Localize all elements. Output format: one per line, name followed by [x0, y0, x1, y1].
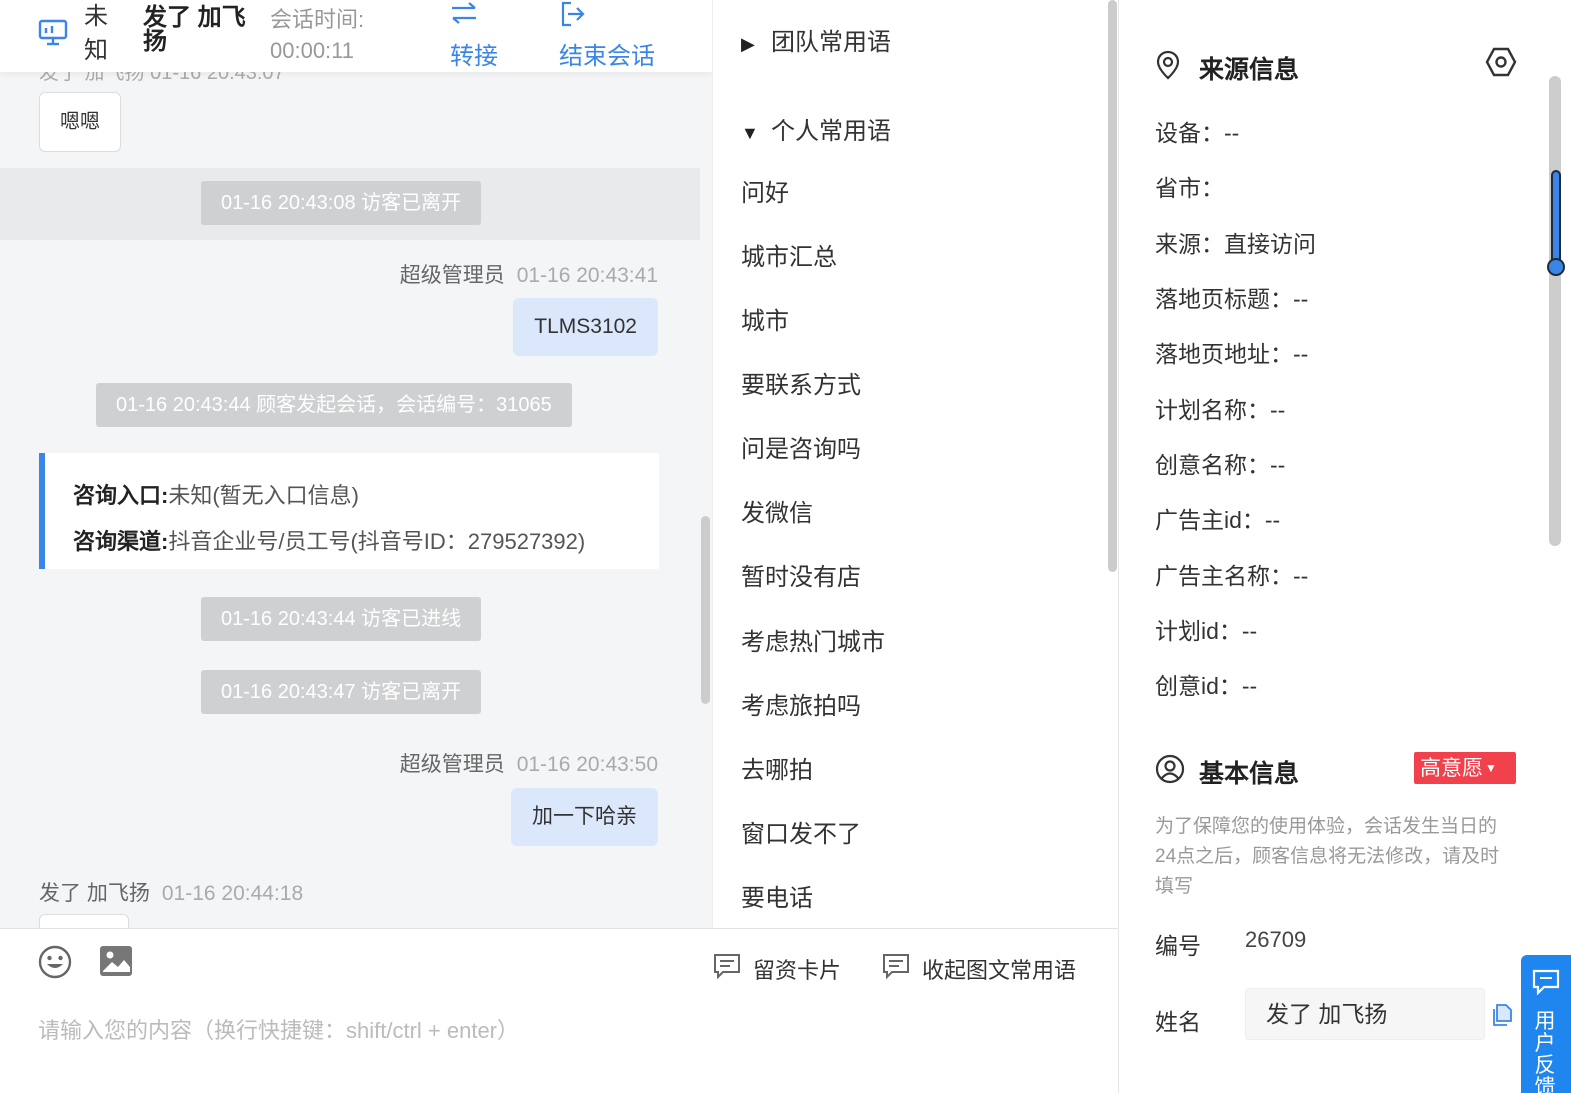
- location-pin-icon: [1156, 50, 1180, 80]
- message-card-icon: [883, 954, 909, 979]
- system-message: 01-16 20:43:08 访客已离开: [201, 181, 482, 225]
- transfer-icon: [452, 2, 476, 24]
- source-info-title: 来源信息: [1199, 56, 1300, 84]
- message-time: 01-16 20:43:50: [516, 753, 658, 776]
- sender-name: 超级管理员: [399, 753, 505, 776]
- team-phrases-group[interactable]: ▶ 团队常用语: [741, 22, 891, 57]
- channel-value: 抖音企业号/员工号(抖音号ID：279527392): [168, 529, 586, 554]
- visitor-name: 发了 加飞扬: [143, 4, 246, 55]
- session-time-label: 会话时间:: [270, 7, 365, 32]
- source-field-creative-name: 创意名称：--: [1155, 452, 1286, 478]
- source-field-advertiser-name: 广告主名称：--: [1155, 563, 1309, 589]
- source-field-advertiser-id: 广告主id：--: [1155, 507, 1281, 533]
- phrase-scrollbar[interactable]: [1108, 0, 1117, 572]
- personal-phrases-group[interactable]: ▼ 个人常用语: [741, 111, 891, 146]
- chat-header: 未知 发了 加飞扬 会话时间: 00:00:11 转接 结束会话: [0, 0, 712, 72]
- source-field-landing-title: 落地页标题：--: [1155, 286, 1309, 312]
- phrase-item[interactable]: 要电话: [741, 878, 813, 913]
- collapse-phrases-button[interactable]: 收起图文常用语: [882, 953, 1076, 985]
- emoji-icon[interactable]: [38, 945, 72, 979]
- personal-phrases-label: 个人常用语: [771, 118, 891, 145]
- chat-scrollbar[interactable]: [701, 516, 710, 704]
- caret-right-icon: ▶: [741, 34, 755, 54]
- id-value: 26709: [1245, 927, 1307, 952]
- agent-message-bubble: TLMS3102: [513, 298, 658, 356]
- user-circle-icon: [1155, 754, 1185, 784]
- intent-level-label: 高意愿: [1420, 757, 1483, 780]
- logout-icon: [561, 1, 585, 27]
- transfer-label: 转接: [450, 43, 498, 70]
- team-phrases-label: 团队常用语: [771, 29, 891, 56]
- source-field-source: 来源：直接访问: [1155, 231, 1316, 257]
- end-session-button[interactable]: 结束会话: [559, 0, 655, 71]
- sender-name: 发了 加飞扬: [39, 882, 150, 905]
- visitor-status: 未知: [84, 3, 108, 64]
- phrase-item[interactable]: 城市汇总: [741, 237, 837, 272]
- monitor-icon: [38, 19, 68, 46]
- system-message: 01-16 20:43:47 访客已离开: [201, 670, 482, 714]
- message-input[interactable]: [38, 1011, 1078, 1051]
- phrase-item[interactable]: 城市: [741, 301, 789, 336]
- copy-icon[interactable]: [1491, 1003, 1513, 1027]
- source-field-landing-url: 落地页地址：--: [1155, 341, 1309, 367]
- basic-info-title: 基本信息: [1199, 760, 1300, 788]
- agent-message-meta: 超级管理员 01-16 20:43:41: [400, 259, 658, 289]
- system-message: 01-16 20:43:44 访客已进线: [201, 597, 482, 641]
- caret-down-icon: ▼: [1485, 761, 1497, 775]
- phrase-item[interactable]: 考虑旅拍吗: [741, 686, 861, 721]
- transfer-button[interactable]: 转接: [449, 0, 499, 71]
- phrase-item[interactable]: 考虑热门城市: [741, 622, 885, 657]
- system-message: 01-16 20:43:44 顾客发起会话，会话编号：31065: [96, 383, 572, 427]
- phrase-panel: ▶ 团队常用语 ▼ 个人常用语 问好 城市汇总 城市 要联系方式 问是咨询吗 发微信…: [712, 0, 1118, 928]
- source-field-plan-name: 计划名称：--: [1155, 397, 1286, 423]
- phrase-item[interactable]: 暂时没有店: [741, 557, 861, 592]
- message-time: 01-16 20:43:41: [516, 264, 658, 287]
- name-label: 姓名: [1155, 1009, 1201, 1035]
- edit-notice: 为了保障您的使用体验，会话发生当日的24点之后，顾客信息将无法修改，请及时填写: [1155, 816, 1500, 897]
- source-field-creative-id: 创意id：--: [1155, 673, 1258, 699]
- phrase-item[interactable]: 去哪拍: [741, 750, 813, 785]
- channel-label: 咨询渠道:: [73, 529, 169, 554]
- phrase-item[interactable]: 问好: [741, 173, 789, 208]
- chat-bubble-icon: [1532, 969, 1560, 995]
- visitor-message-bubble: 嗯嗯: [39, 92, 121, 152]
- zoom-slider[interactable]: [1547, 170, 1565, 278]
- visitor-message-bubble: [39, 914, 129, 928]
- intent-level-dropdown[interactable]: 高意愿 ▼: [1414, 752, 1516, 784]
- source-field-region: 省市：: [1155, 175, 1224, 201]
- id-label: 编号: [1155, 933, 1201, 959]
- image-icon[interactable]: [99, 945, 133, 977]
- collapse-phrases-label: 收起图文常用语: [922, 958, 1077, 983]
- phrase-item[interactable]: 发微信: [741, 493, 813, 528]
- lead-card-button[interactable]: 留资卡片: [713, 953, 841, 985]
- entry-value: 未知(暂无入口信息): [168, 483, 359, 508]
- phrase-item[interactable]: 窗口发不了: [741, 814, 861, 849]
- message-card-icon: [714, 954, 740, 979]
- phrase-item[interactable]: 问是咨询吗: [741, 429, 861, 464]
- source-field-device: 设备：--: [1155, 120, 1240, 146]
- name-field[interactable]: 发了 加飞扬: [1245, 988, 1485, 1040]
- message-time: 01-16 20:44:18: [161, 882, 304, 905]
- agent-message-bubble: 加一下哈亲: [511, 788, 658, 846]
- visitor-message-meta: 发了 加飞扬 01-16 20:44:18: [39, 877, 303, 907]
- agent-message-meta: 超级管理员 01-16 20:43:50: [400, 748, 658, 778]
- source-field-plan-id: 计划id：--: [1155, 618, 1258, 644]
- chat-panel: 发了 加飞扬 01-16 20:43:07 嗯嗯 01-16 20:43:08 …: [0, 0, 712, 928]
- sender-name: 超级管理员: [399, 264, 505, 287]
- end-session-label: 结束会话: [559, 43, 655, 70]
- settings-icon[interactable]: [1485, 46, 1517, 78]
- caret-down-icon: ▼: [741, 123, 759, 143]
- session-time-value: 00:00:11: [270, 38, 355, 63]
- user-feedback-label: 用户反馈: [1534, 1010, 1556, 1093]
- phrase-item[interactable]: 要联系方式: [741, 365, 861, 400]
- visitor-info-panel: 来源信息 设备：-- 省市： 来源：直接访问 落地页标题：-- 落地页地址：--…: [1118, 0, 1571, 1093]
- lead-card-label: 留资卡片: [753, 958, 842, 983]
- user-feedback-button[interactable]: 用户反馈: [1521, 955, 1571, 1093]
- consult-info-card: 咨询入口:未知(暂无入口信息) 咨询渠道:抖音企业号/员工号(抖音号ID：279…: [39, 453, 659, 569]
- entry-label: 咨询入口:: [73, 483, 169, 508]
- info-scrollbar[interactable]: [1549, 76, 1561, 546]
- input-area: 留资卡片 收起图文常用语: [0, 928, 1118, 1093]
